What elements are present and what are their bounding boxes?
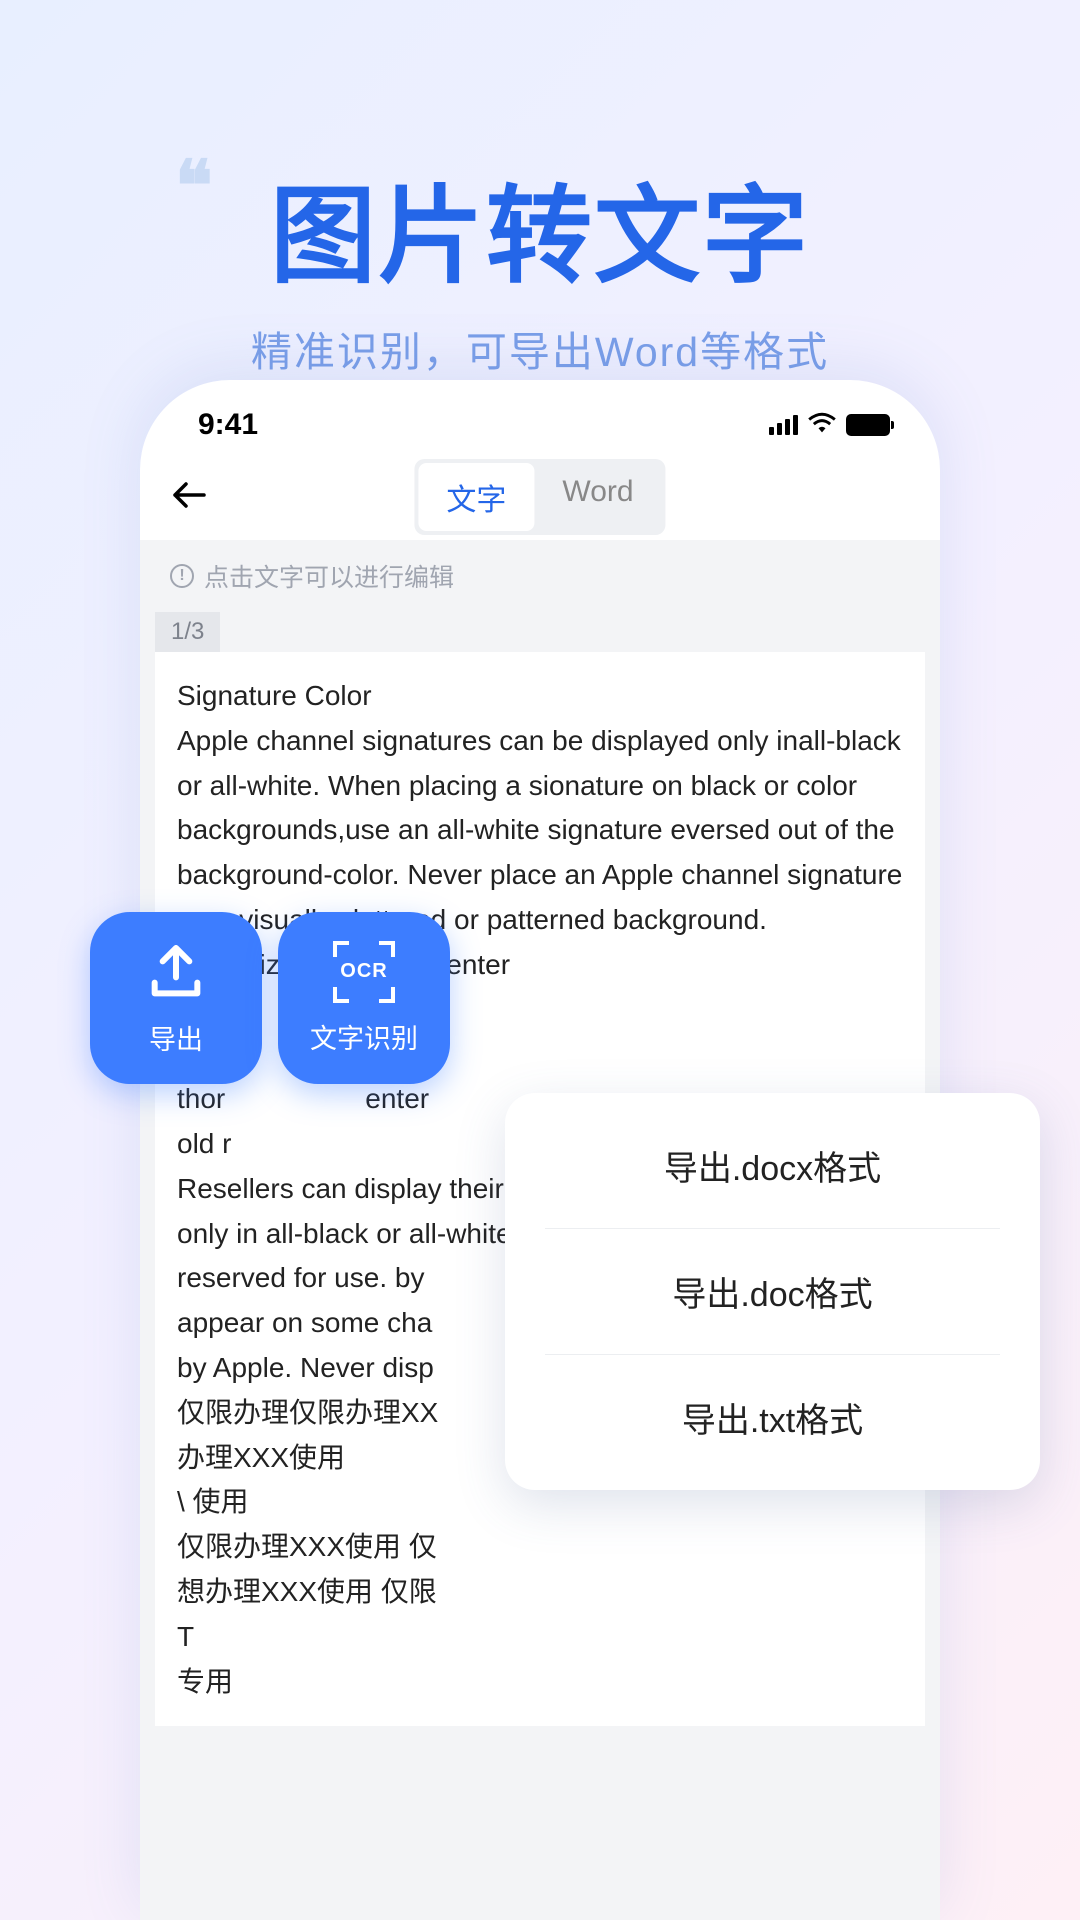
- nav-bar: 文字 Word: [140, 460, 940, 540]
- signal-icon: [769, 415, 798, 435]
- export-menu: 导出.docx格式 导出.doc格式 导出.txt格式: [505, 1093, 1040, 1490]
- status-bar: 9:41: [140, 380, 940, 460]
- upload-icon: [144, 940, 208, 1004]
- ocr-scan-icon: OCR: [333, 941, 395, 1003]
- battery-icon: [846, 414, 890, 436]
- export-txt[interactable]: 导出.txt格式: [545, 1354, 1000, 1480]
- page-subtitle: 精准识别，可导出Word等格式: [0, 318, 1080, 378]
- export-label: 导出: [149, 1018, 203, 1057]
- export-docx[interactable]: 导出.docx格式: [505, 1103, 1040, 1228]
- export-doc[interactable]: 导出.doc格式: [545, 1228, 1000, 1354]
- wifi-icon: [808, 412, 836, 439]
- tab-switcher: 文字 Word: [414, 459, 665, 535]
- quote-mark-icon: ❝: [175, 145, 201, 227]
- tab-text[interactable]: 文字: [418, 463, 534, 531]
- back-button[interactable]: [172, 478, 206, 516]
- ocr-button[interactable]: OCR 文字识别: [278, 912, 450, 1084]
- ocr-label: 文字识别: [310, 1017, 418, 1056]
- hint-bar: ! 点击文字可以进行编辑: [140, 540, 940, 612]
- page-title: 图片转文字: [0, 150, 1080, 304]
- tab-word[interactable]: Word: [534, 463, 661, 531]
- status-icons: [769, 412, 890, 439]
- info-icon: !: [170, 564, 194, 588]
- page-indicator: 1/3: [155, 612, 220, 652]
- hint-text: 点击文字可以进行编辑: [204, 558, 454, 594]
- export-button[interactable]: 导出: [90, 912, 262, 1084]
- status-time: 9:41: [198, 408, 258, 442]
- hero-section: ❝ 图片转文字 精准识别，可导出Word等格式: [0, 0, 1080, 378]
